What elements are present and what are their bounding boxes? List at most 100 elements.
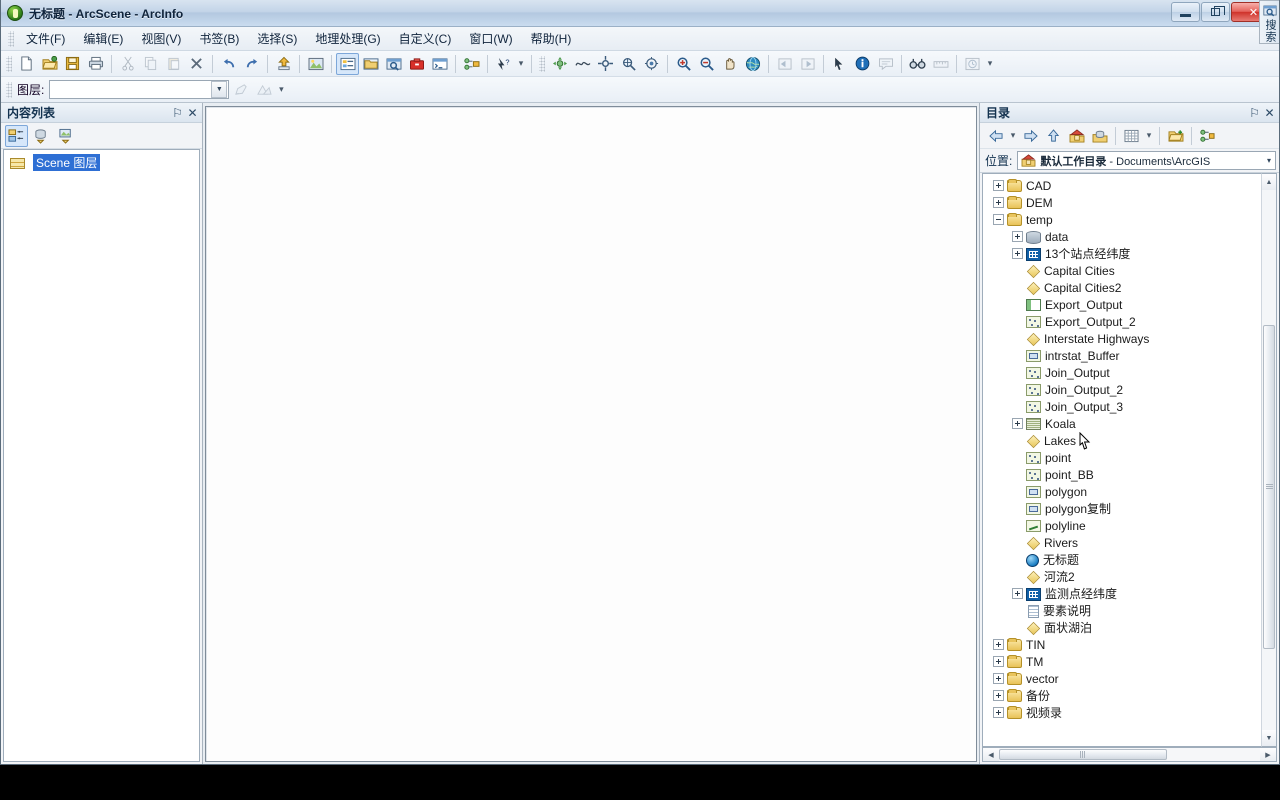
menu-customize[interactable]: 自定义(C) xyxy=(390,27,461,50)
catalog-tree-row[interactable]: Capital Cities2 xyxy=(983,279,1261,296)
scroll-up-arrow-icon[interactable]: ▲ xyxy=(1262,174,1276,190)
menu-file[interactable]: 文件(F) xyxy=(17,27,74,50)
save-icon[interactable] xyxy=(61,53,84,75)
zoom-to-previous-extent-icon[interactable] xyxy=(773,53,796,75)
copy-icon[interactable] xyxy=(139,53,162,75)
menu-edit[interactable]: 编辑(E) xyxy=(74,27,132,50)
catalog-tree[interactable]: CAD DEM temp data 13个站点经纬度 Capital Cities Capi… xyxy=(982,173,1261,747)
3d-analyst-toolbar-gripper[interactable] xyxy=(6,81,12,98)
add-data-icon[interactable] xyxy=(272,53,295,75)
select-features-icon[interactable] xyxy=(828,53,851,75)
new-document-icon[interactable] xyxy=(15,53,38,75)
catalog-tree-row[interactable]: 视频录 xyxy=(983,704,1261,721)
find-icon[interactable] xyxy=(906,53,929,75)
expand-node-icon[interactable] xyxy=(1012,231,1023,242)
chevron-down-icon[interactable]: ▾ xyxy=(1267,156,1271,165)
back-icon[interactable] xyxy=(984,125,1007,147)
fly-icon[interactable] xyxy=(571,53,594,75)
scene-properties-icon[interactable] xyxy=(304,53,327,75)
chevron-down-icon[interactable]: ▼ xyxy=(211,81,228,98)
docked-search-tab[interactable]: 搜索 xyxy=(1259,0,1279,44)
catalog-tree-row[interactable]: Koala xyxy=(983,415,1261,432)
catalog-vertical-scrollbar[interactable]: ▲ ▼ xyxy=(1261,173,1277,747)
standard-toolbar-overflow[interactable] xyxy=(515,53,527,75)
list-by-visibility-icon[interactable] xyxy=(55,125,78,147)
scroll-left-arrow-icon[interactable]: ◀ xyxy=(983,748,999,761)
toolbox-icon[interactable] xyxy=(1196,125,1219,147)
undo-icon[interactable] xyxy=(217,53,240,75)
model-builder-icon[interactable] xyxy=(460,53,483,75)
catalog-tree-row[interactable]: 备份 xyxy=(983,687,1261,704)
set-observer-icon[interactable] xyxy=(640,53,663,75)
back-dropdown-icon[interactable] xyxy=(1007,125,1019,147)
expand-node-icon[interactable] xyxy=(993,639,1004,650)
catalog-tree-row[interactable]: point xyxy=(983,449,1261,466)
minimize-button[interactable] xyxy=(1171,2,1200,22)
tools-toolbar-gripper[interactable] xyxy=(539,55,545,72)
catalog-tree-row[interactable]: polyline xyxy=(983,517,1261,534)
open-document-icon[interactable] xyxy=(38,53,61,75)
catalog-tree-row[interactable]: Lakes xyxy=(983,432,1261,449)
catalog-tree-row[interactable]: Interstate Highways xyxy=(983,330,1261,347)
scroll-right-arrow-icon[interactable]: ▶ xyxy=(1260,748,1276,761)
zoom-to-target-icon[interactable] xyxy=(617,53,640,75)
catalog-tree-row[interactable]: data xyxy=(983,228,1261,245)
navigate-icon[interactable] xyxy=(548,53,571,75)
tools-toolbar-overflow[interactable] xyxy=(984,53,996,75)
collapse-node-icon[interactable] xyxy=(993,214,1004,225)
print-icon[interactable] xyxy=(84,53,107,75)
hscroll-track[interactable] xyxy=(999,748,1260,761)
restore-button[interactable] xyxy=(1201,2,1230,22)
catalog-window-icon[interactable] xyxy=(359,53,382,75)
catalog-tree-row[interactable]: TM xyxy=(983,653,1261,670)
expand-node-icon[interactable] xyxy=(993,690,1004,701)
catalog-tree-row[interactable]: 无标题 xyxy=(983,551,1261,568)
catalog-tree-row[interactable]: DEM xyxy=(983,194,1261,211)
toc-close-button[interactable]: ✕ xyxy=(185,105,200,120)
html-popup-icon[interactable] xyxy=(874,53,897,75)
toggle-contents-panel-icon[interactable] xyxy=(1120,125,1143,147)
menu-window[interactable]: 窗口(W) xyxy=(460,27,521,50)
contents-dropdown-icon[interactable] xyxy=(1143,125,1155,147)
toc-item-scene-layers[interactable]: Scene 图层 xyxy=(6,154,197,171)
expand-node-icon[interactable] xyxy=(993,673,1004,684)
scroll-down-arrow-icon[interactable]: ▼ xyxy=(1262,730,1276,746)
arctoolbox-icon[interactable] xyxy=(405,53,428,75)
measure-icon[interactable] xyxy=(929,53,952,75)
3d-effects-icon[interactable] xyxy=(252,79,275,101)
table-of-contents-icon[interactable] xyxy=(336,52,359,75)
expand-node-icon[interactable] xyxy=(993,656,1004,667)
catalog-tree-row[interactable]: CAD xyxy=(983,177,1261,194)
catalog-tree-row[interactable]: 13个站点经纬度 xyxy=(983,245,1261,262)
menu-help[interactable]: 帮助(H) xyxy=(522,27,581,50)
vscroll-thumb[interactable] xyxy=(1263,325,1275,649)
layer-combo[interactable]: ▼ xyxy=(49,80,230,99)
create-feature-icon[interactable] xyxy=(229,79,252,101)
zoom-to-next-extent-icon[interactable] xyxy=(796,53,819,75)
menu-view[interactable]: 视图(V) xyxy=(132,27,190,50)
pan-icon[interactable] xyxy=(718,53,741,75)
expand-node-icon[interactable] xyxy=(993,707,1004,718)
forward-icon[interactable] xyxy=(1019,125,1042,147)
expand-node-icon[interactable] xyxy=(993,197,1004,208)
up-one-level-icon[interactable] xyxy=(1042,125,1065,147)
vscroll-track[interactable] xyxy=(1262,190,1276,730)
redo-icon[interactable] xyxy=(240,53,263,75)
expand-node-icon[interactable] xyxy=(1012,248,1023,259)
toc-tree[interactable]: Scene 图层 xyxy=(3,149,200,762)
catalog-tree-row[interactable]: Export_Output xyxy=(983,296,1261,313)
list-by-drawing-order-icon[interactable] xyxy=(5,124,28,147)
catalog-tree-row[interactable]: vector xyxy=(983,670,1261,687)
catalog-tree-row[interactable]: polygon复制 xyxy=(983,500,1261,517)
menu-selection[interactable]: 选择(S) xyxy=(248,27,306,50)
catalog-tree-row[interactable]: 监测点经纬度 xyxy=(983,585,1261,602)
menu-gripper[interactable] xyxy=(8,30,14,47)
menu-bookmarks[interactable]: 书签(B) xyxy=(190,27,248,50)
catalog-horizontal-scrollbar[interactable]: ◀ ▶ xyxy=(982,747,1277,762)
hscroll-thumb[interactable] xyxy=(999,749,1167,760)
catalog-tree-row[interactable]: Join_Output xyxy=(983,364,1261,381)
whats-this-help-icon[interactable]: ? xyxy=(492,53,515,75)
catalog-tree-row[interactable]: 要素说明 xyxy=(983,602,1261,619)
default-geodatabase-icon[interactable] xyxy=(1088,125,1111,147)
catalog-tree-row[interactable]: 面状湖泊 xyxy=(983,619,1261,636)
